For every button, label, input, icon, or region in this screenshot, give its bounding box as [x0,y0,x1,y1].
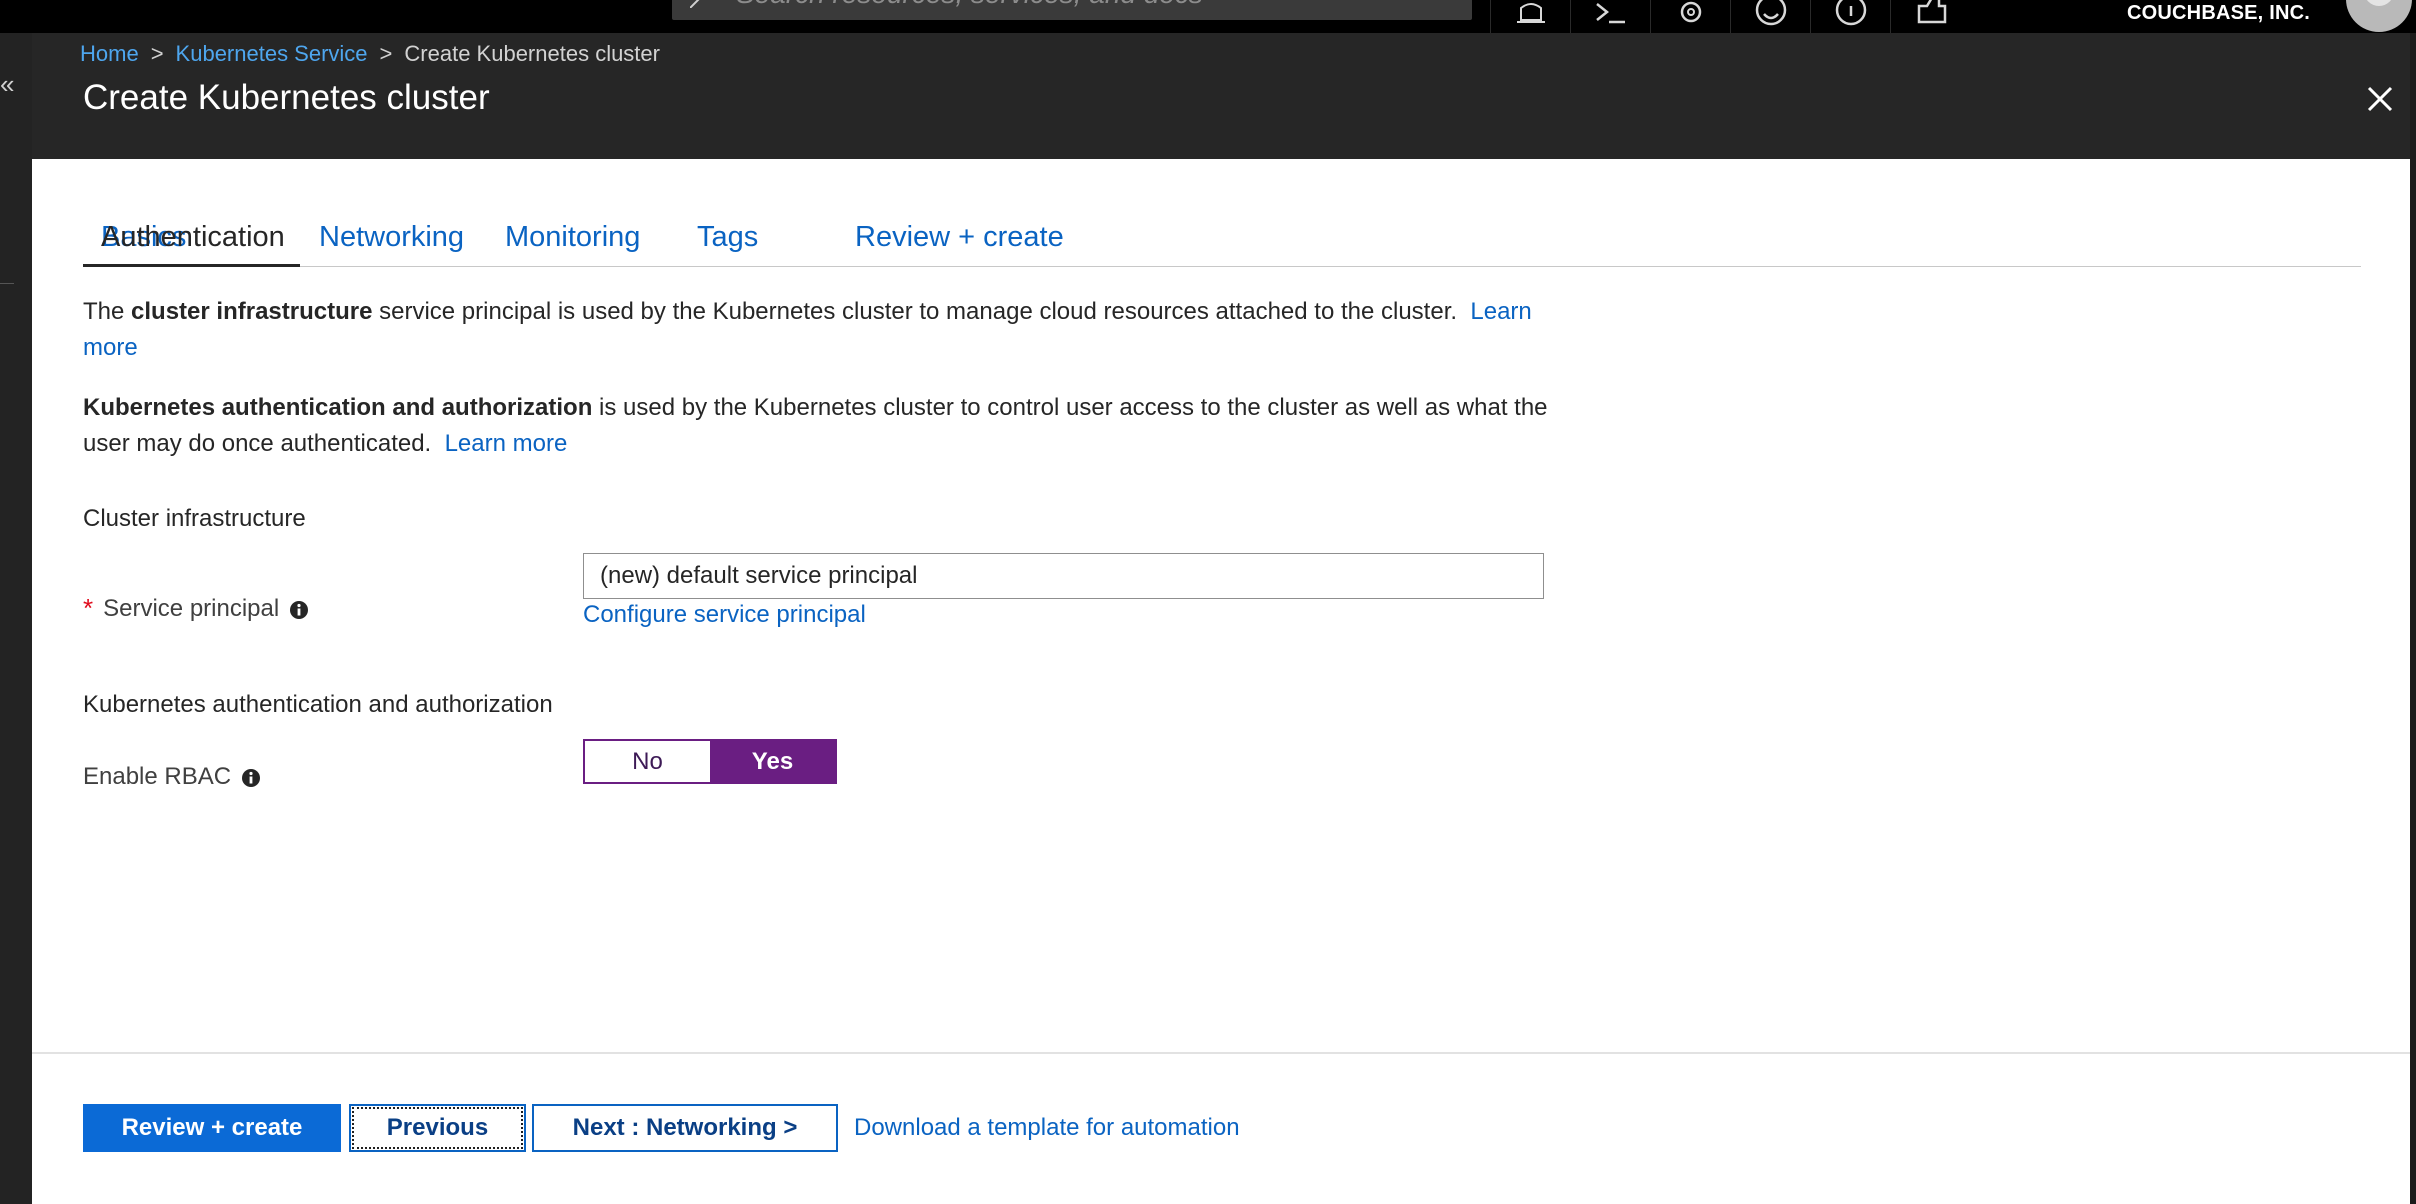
previous-button[interactable]: Previous [349,1104,526,1152]
tab-tags[interactable]: Tags [697,215,758,267]
account-name[interactable]: COUCHBASE, INC. [2127,2,2310,25]
blade-header: Home > Kubernetes Service > Create Kubernete… [32,33,2410,159]
close-icon[interactable] [2364,83,2396,115]
breadcrumb: Home > Kubernetes Service > Create Kubernete… [80,41,660,67]
bell-icon [1517,3,1545,23]
global-search-input[interactable]: Search resources, services, and docs [672,0,1472,20]
enable-rbac-label-text: Enable RBAC [83,763,232,790]
enable-rbac-toggle[interactable]: No Yes [583,739,837,784]
smiley-icon [1755,0,1787,26]
tab-networking[interactable]: Networking [319,215,464,267]
required-marker: * [83,593,94,623]
search-placeholder: Search resources, services, and docs [736,0,1203,10]
next-networking-button[interactable]: Next : Networking > [532,1104,838,1152]
cluster-infrastructure-heading: Cluster infrastructure [83,505,306,532]
tab-review-create[interactable]: Review + create [855,215,1064,267]
intro-p1-bold: cluster infrastructure [131,298,373,325]
tab-authentication[interactable]: Authentication [83,215,300,267]
breadcrumb-separator: > [150,41,164,66]
enable-rbac-label: Enable RBAC [83,763,261,791]
configure-service-principal-link[interactable]: Configure service principal [583,601,866,629]
avatar[interactable] [2346,0,2412,32]
rbac-no-option[interactable]: No [585,741,710,782]
review-create-button[interactable]: Review + create [83,1104,341,1152]
cluster-infra-description: The cluster infrastructure service princ… [83,294,1593,366]
service-principal-label: * Service principal [83,593,309,624]
service-principal-label-text: Service principal [103,594,280,622]
wizard-tabs: Basics Authentication Networking Monitor… [83,215,2361,267]
intro-p2-bold: Kubernetes authentication and authorizat… [83,394,593,421]
top-bar: Search resources, services, and docs [0,0,2416,33]
gear-icon [1680,1,1702,23]
tab-monitoring[interactable]: Monitoring [505,215,640,267]
intro-p1-text: service principal is used by the Kuberne… [372,298,1458,325]
service-principal-field[interactable]: (new) default service principal [583,553,1544,599]
left-rail: « [0,33,32,1204]
search-icon [690,0,700,8]
settings-button[interactable] [1650,0,1730,33]
feedback-smiley-button[interactable] [1730,0,1810,33]
breadcrumb-separator: > [379,41,393,66]
rbac-yes-option[interactable]: Yes [710,741,835,782]
info-icon[interactable] [289,600,309,620]
help-button[interactable] [1810,0,1890,33]
breadcrumb-home[interactable]: Home [80,41,139,66]
k8s-auth-heading: Kubernetes authentication and authorizat… [83,691,553,718]
wizard-footer: Review + create Previous Next : Networki… [32,1052,2410,1204]
info-icon[interactable] [241,768,261,788]
help-icon [1835,0,1867,26]
breadcrumb-kubernetes-service[interactable]: Kubernetes Service [176,41,368,66]
cloud-shell-icon [1596,3,1625,24]
feedback-button[interactable] [1890,0,1970,33]
download-template-link[interactable]: Download a template for automation [854,1114,1240,1142]
breadcrumb-current: Create Kubernetes cluster [404,41,660,66]
feedback-icon [1917,0,1947,24]
cloud-shell-button[interactable] [1570,0,1650,33]
right-edge [2410,33,2416,1204]
learn-more-link[interactable]: Learn more [445,430,568,457]
intro-p1-prefix: The [83,298,132,325]
page-title: Create Kubernetes cluster [83,78,490,117]
blade-body: Basics Authentication Networking Monitor… [32,159,2410,1204]
rail-divider [0,283,14,284]
k8s-auth-description: Kubernetes authentication and authorizat… [83,390,1593,462]
notifications-button[interactable] [1490,0,1570,33]
collapse-sidebar-icon[interactable]: « [0,71,14,97]
